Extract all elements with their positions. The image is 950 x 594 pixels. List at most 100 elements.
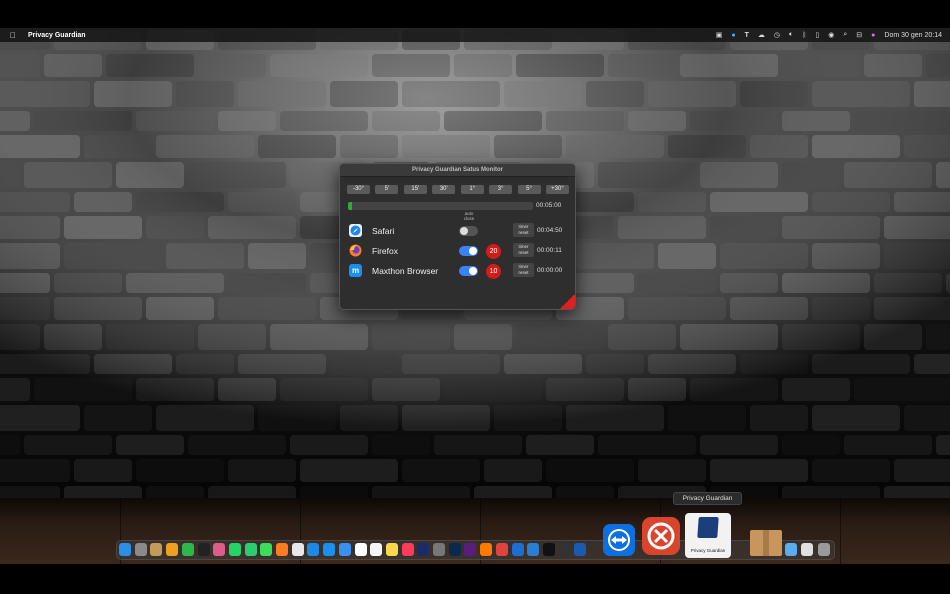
mail-icon[interactable]	[338, 543, 351, 556]
finder-icon[interactable]	[119, 543, 131, 556]
trash-icon[interactable]	[818, 543, 830, 556]
safari-icon	[349, 224, 362, 237]
fifteen-min-button[interactable]: 15'	[403, 185, 427, 194]
app-name: Safari	[372, 226, 395, 236]
auto-close-toggle[interactable]	[459, 266, 478, 276]
teamviewer-icon[interactable]	[603, 524, 635, 556]
reminders-icon[interactable]	[370, 543, 383, 556]
window-title: Privacy Guardian Satus Monitor	[340, 164, 575, 177]
system-prefs-icon[interactable]	[433, 543, 445, 556]
timer-progress-bar	[348, 202, 533, 210]
whatsapp-icon[interactable]	[228, 543, 241, 556]
safari-icon[interactable]	[307, 543, 320, 556]
time-buttons: -30° 5' 15' 30' 1° 3° 5° +30°	[347, 185, 569, 194]
screen-icon[interactable]: ▣	[716, 31, 723, 39]
app-name: Firefox	[372, 246, 398, 256]
console-icon[interactable]	[558, 543, 571, 556]
apple-icon[interactable]: 	[10, 31, 20, 40]
notes-icon[interactable]	[166, 543, 179, 556]
five-min-button[interactable]: 5'	[375, 185, 399, 194]
virtualbox-icon[interactable]	[574, 543, 587, 556]
launchpad-icon[interactable]	[134, 543, 147, 556]
dock-tooltip: Privacy Guardian	[673, 492, 742, 505]
facetime-icon[interactable]	[244, 543, 257, 556]
package-box-icon[interactable]	[750, 530, 782, 556]
stickies-icon[interactable]	[385, 543, 398, 556]
search-icon[interactable]: ⌕	[843, 31, 847, 39]
bluetooth-icon[interactable]: ᛒ	[802, 32, 806, 39]
toggle-knob	[460, 227, 468, 235]
app-time: 00:00:11	[537, 247, 562, 254]
volume-icon[interactable]: 🔈︎	[789, 31, 793, 39]
auto-close-toggle[interactable]	[459, 226, 478, 236]
clock-icon[interactable]: ◷	[774, 31, 780, 39]
cloud-icon[interactable]: ☁	[758, 31, 765, 39]
menu-app-name[interactable]: Privacy Guardian	[28, 32, 86, 39]
plus-30-button[interactable]: +30°	[545, 185, 569, 194]
photos-icon[interactable]	[213, 543, 226, 556]
folder-icon[interactable]	[801, 543, 813, 556]
maxthon-icon: m	[349, 264, 362, 277]
battery-icon[interactable]: ▯	[815, 31, 819, 39]
count-badge: 10	[486, 264, 501, 279]
timer-reset-button[interactable]: timer reset	[513, 243, 534, 257]
xcode-icon[interactable]	[511, 543, 524, 556]
app-row-maxthon: m Maxthon Browser 10 timer reset 00:00:0…	[349, 263, 569, 279]
terminal-icon[interactable]	[542, 543, 555, 556]
app-row-safari: Safari timer reset 00:04:50	[349, 223, 569, 239]
siri-icon[interactable]: ●	[871, 32, 875, 39]
three-hour-button[interactable]: 3°	[489, 185, 513, 194]
five-hour-button[interactable]: 5°	[517, 185, 541, 194]
timer-reset-button[interactable]: timer reset	[513, 263, 534, 277]
reset-label-2: reset	[518, 250, 529, 255]
illustrator-icon[interactable]	[480, 543, 493, 556]
contacts-icon[interactable]	[150, 543, 163, 556]
messages-icon[interactable]	[260, 543, 273, 556]
status-icons: ▣ ● T ☁ ◷ 🔈︎ ᛒ ▯ ◉ ⌕ ⊟ ● Dom 30 gen 20:1…	[716, 31, 942, 39]
status-monitor-window: Privacy Guardian Satus Monitor -30° 5' 1…	[339, 163, 576, 310]
monitor-icon	[697, 517, 719, 538]
reset-label-2: reset	[518, 270, 529, 275]
timer-progress-fill	[348, 202, 352, 210]
menu-datetime[interactable]: Dom 30 gen 20:14	[884, 32, 942, 39]
dock-app-label: Privacy Guardian	[690, 548, 726, 553]
toggle-knob	[469, 267, 477, 275]
menu-bar:  Privacy Guardian ▣ ● T ☁ ◷ 🔈︎ ᛒ ▯ ◉ ⌕ …	[0, 28, 950, 42]
control-center-icon[interactable]: ⊟	[856, 31, 862, 39]
timer-reset-button[interactable]: timer reset	[513, 223, 534, 237]
devtools-icon[interactable]	[527, 543, 540, 556]
vivaldi-icon[interactable]	[495, 543, 508, 556]
toggle-knob	[469, 247, 477, 255]
app-time: 00:04:50	[537, 227, 563, 234]
p-icon[interactable]: ●	[731, 32, 735, 39]
total-time: 00:05:00	[536, 202, 562, 209]
one-hour-button[interactable]: 1°	[460, 185, 484, 194]
downloads-icon[interactable]	[785, 543, 797, 556]
chrome-icon[interactable]	[291, 543, 304, 556]
reset-label-2: reset	[518, 230, 529, 235]
amazon-music-icon[interactable]	[417, 543, 430, 556]
maxthon-icon[interactable]	[323, 543, 336, 556]
firefox-icon	[349, 244, 362, 257]
activity-icon[interactable]	[197, 543, 210, 556]
remote-desktop-icon[interactable]	[642, 517, 680, 555]
thirty-min-button[interactable]: 30'	[432, 185, 456, 194]
dreamweaver-icon[interactable]	[464, 543, 477, 556]
t-icon[interactable]: T	[745, 32, 749, 39]
count-badge: 20	[486, 244, 501, 259]
app-row-firefox: Firefox 20 timer reset 00:00:11	[349, 243, 569, 259]
auto-close-label-2: close	[463, 216, 475, 221]
user-icon[interactable]: ◉	[828, 31, 834, 39]
minus-30-button[interactable]: -30°	[347, 185, 370, 194]
app-name: Maxthon Browser	[372, 266, 439, 276]
numbers-icon[interactable]	[181, 543, 194, 556]
app-time: 00:00:00	[537, 267, 563, 274]
auto-close-header: auto close	[459, 211, 479, 221]
calendar-icon[interactable]	[354, 543, 367, 556]
music-icon[interactable]	[401, 543, 414, 556]
auto-close-toggle[interactable]	[459, 246, 478, 256]
photoshop-icon[interactable]	[448, 543, 461, 556]
corner-ribbon-icon	[559, 295, 575, 309]
firefox-icon[interactable]	[276, 543, 288, 556]
privacy-guardian-dock-icon[interactable]: Privacy Guardian	[685, 513, 731, 558]
